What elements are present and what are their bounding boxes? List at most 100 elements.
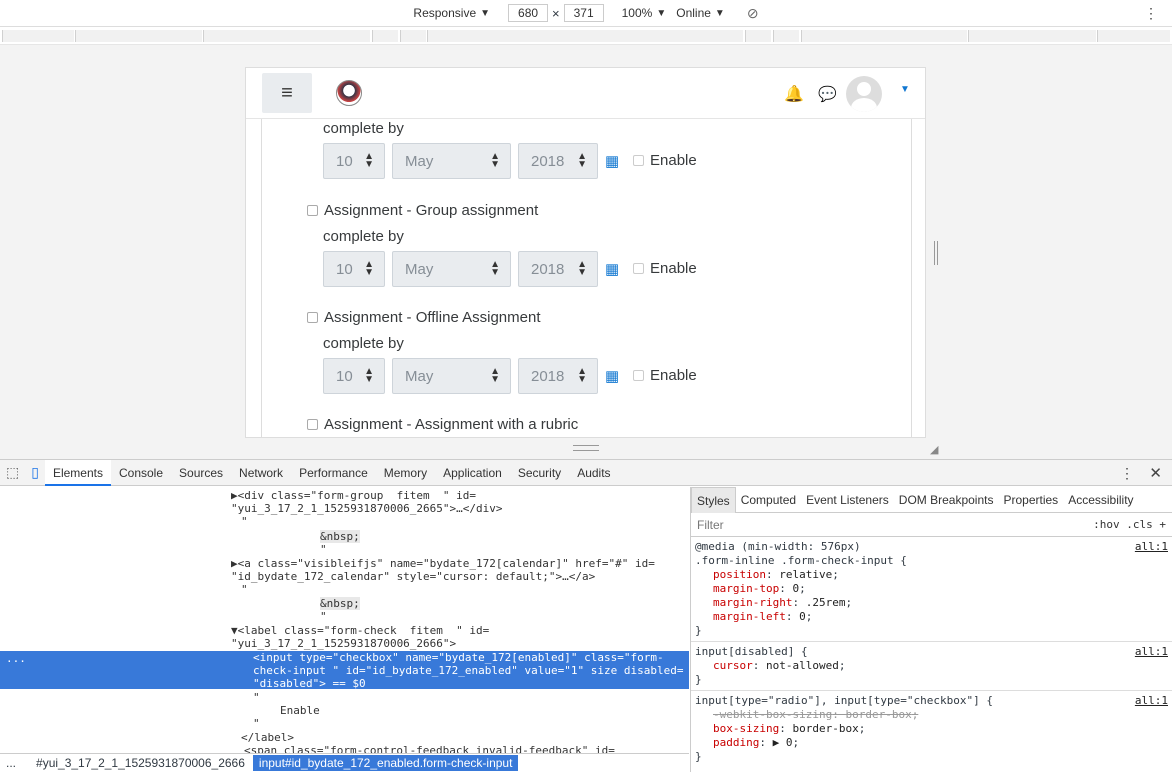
enable-checkbox[interactable] — [633, 263, 644, 274]
selected-dom-node[interactable]: ... <input type="checkbox" name="bydate_… — [0, 651, 689, 690]
tab-properties[interactable]: Properties — [998, 487, 1063, 513]
bell-icon[interactable]: 🔔 — [784, 84, 804, 104]
chat-icon[interactable]: 💬 — [818, 85, 837, 103]
tab-audits[interactable]: Audits — [569, 460, 618, 486]
tab-memory[interactable]: Memory — [376, 460, 435, 486]
resize-handle-right[interactable] — [934, 241, 938, 265]
dom-line[interactable]: " — [253, 717, 260, 730]
dom-line[interactable]: &nbsp; — [320, 597, 360, 610]
dom-line[interactable]: Enable — [280, 704, 320, 717]
zoom-label: 100% — [621, 6, 653, 20]
tab-event-listeners[interactable]: Event Listeners — [801, 487, 894, 513]
rule-source-link[interactable]: all:1 — [1135, 694, 1168, 708]
hamburger-icon[interactable]: ≡ — [262, 73, 312, 113]
dom-line[interactable]: ▼<label class="form-check fitem " id= — [231, 624, 489, 637]
zoom-select[interactable]: 100% ▼ — [622, 6, 667, 20]
css-property[interactable]: margin-top: 0; — [695, 582, 1168, 596]
styles-filter-input[interactable]: Filter :hov .cls + — [691, 513, 1172, 537]
dom-line: <input type="checkbox" name="bydate_172[… — [253, 651, 664, 664]
dom-line[interactable]: " — [320, 543, 327, 556]
tab-console[interactable]: Console — [111, 460, 171, 486]
more-options-icon[interactable]: ⋮ — [1120, 465, 1134, 482]
day-select[interactable]: 10 ▲ ▼ — [323, 143, 385, 179]
dom-line[interactable]: " — [320, 610, 327, 623]
enable-checkbox[interactable] — [633, 370, 644, 381]
month-select[interactable]: May ▲ ▼ — [392, 251, 511, 287]
enable-checkbox[interactable] — [633, 155, 644, 166]
rule-source-link[interactable]: all:1 — [1135, 645, 1168, 659]
calendar-icon[interactable]: ▦ — [605, 152, 619, 170]
day-select[interactable]: 10 ▲ ▼ — [323, 251, 385, 287]
calendar-icon[interactable]: ▦ — [605, 260, 619, 278]
width-input[interactable]: 680 — [508, 4, 549, 22]
elements-tree: ▶<div class="form-group fitem " id= "yui… — [0, 487, 689, 753]
css-property-overridden[interactable]: -webkit-box-sizing: border-box; — [695, 708, 1168, 722]
activity-title: Assignment - Offline Assignment — [324, 309, 541, 326]
breadcrumb-more[interactable]: ... — [6, 756, 16, 770]
close-icon[interactable]: ✕ — [1149, 464, 1162, 482]
css-property[interactable]: margin-right: .25rem; — [695, 596, 1168, 610]
filter-toolbar[interactable]: :hov .cls + — [1093, 513, 1166, 537]
tab-computed[interactable]: Computed — [736, 487, 801, 513]
select-arrow-icon: ▲ ▼ — [364, 259, 374, 278]
calendar-icon[interactable]: ▦ — [605, 367, 619, 385]
select-arrow-icon: ▲ ▼ — [577, 259, 587, 278]
dom-line[interactable]: "yui_3_17_2_1_1525931870006_2665">…</div… — [231, 502, 503, 515]
activity-checkbox[interactable] — [307, 419, 318, 430]
device-select[interactable]: Responsive ▼ — [413, 6, 490, 20]
breadcrumb-item[interactable]: #yui_3_17_2_1_1525931870006_2666 — [36, 756, 245, 770]
rule-source-link[interactable]: all:1 — [1135, 540, 1168, 554]
dom-line[interactable]: ▶<a class="visibleifjs" name="bydate_172… — [231, 557, 655, 570]
css-property[interactable]: margin-left: 0; — [695, 610, 1168, 624]
enable-label: Enable — [650, 260, 697, 277]
dom-line[interactable]: "id_bydate_172_calendar" style="cursor: … — [231, 570, 595, 583]
dom-line[interactable]: </label> — [241, 731, 294, 744]
resize-handle-bottom[interactable] — [573, 445, 599, 451]
user-avatar[interactable] — [846, 76, 882, 112]
height-input[interactable]: 371 — [563, 4, 604, 22]
activity-checkbox[interactable] — [307, 205, 318, 216]
breadcrumb-item-active[interactable]: input#id_bydate_172_enabled.form-check-i… — [252, 755, 519, 771]
inspect-icon[interactable]: ⬚ — [0, 464, 25, 481]
rule-selector[interactable]: .form-inline .form-check-input { — [695, 554, 1168, 568]
rule-selector[interactable]: input[type="radio"], input[type="checkbo… — [695, 694, 1168, 708]
dom-line[interactable]: <span class="form-control-feedback inval… — [244, 744, 615, 753]
css-property[interactable]: padding: ▶ 0; — [695, 736, 1168, 750]
more-options-icon[interactable]: ⋮ — [1144, 5, 1158, 22]
site-logo[interactable] — [336, 80, 362, 106]
activity-checkbox[interactable] — [307, 312, 318, 323]
tab-elements[interactable]: Elements — [44, 459, 111, 486]
month-select[interactable]: May ▲ ▼ — [392, 143, 511, 179]
network-select[interactable]: Online ▼ — [676, 6, 725, 20]
rule-selector[interactable]: input[disabled] { — [695, 645, 1168, 659]
dom-line[interactable]: ▶<div class="form-group fitem " id= — [231, 489, 476, 502]
rotate-icon[interactable]: ⊘ — [747, 5, 759, 22]
device-toggle-icon[interactable]: ▯ — [25, 464, 45, 481]
dom-line[interactable]: &nbsp; — [320, 530, 360, 543]
tab-sources[interactable]: Sources — [171, 460, 231, 486]
dom-line[interactable]: " — [253, 691, 260, 704]
year-select[interactable]: 2018 ▲ ▼ — [518, 358, 598, 394]
tab-application[interactable]: Application — [435, 460, 510, 486]
tab-security[interactable]: Security — [510, 460, 569, 486]
chevron-down-icon[interactable]: ▼ — [900, 84, 910, 95]
year-select[interactable]: 2018 ▲ ▼ — [518, 251, 598, 287]
tab-network[interactable]: Network — [231, 460, 291, 486]
css-property[interactable]: cursor: not-allowed; — [695, 659, 1168, 673]
resize-corner-icon[interactable]: ◢ — [930, 443, 938, 456]
css-rule: input[type="radio"], input[type="checkbo… — [691, 691, 1172, 767]
tab-accessibility[interactable]: Accessibility — [1063, 487, 1138, 513]
tab-performance[interactable]: Performance — [291, 460, 376, 486]
month-select[interactable]: May ▲ ▼ — [392, 358, 511, 394]
dom-line[interactable]: "yui_3_17_2_1_1525931870006_2666"> — [231, 637, 456, 650]
css-property[interactable]: position: relative; — [695, 568, 1168, 582]
dom-line: "disabled"> == $0 — [253, 677, 366, 690]
dom-line[interactable]: " — [241, 515, 248, 528]
tab-dom-breakpoints[interactable]: DOM Breakpoints — [894, 487, 999, 513]
tab-styles[interactable]: Styles — [691, 486, 736, 513]
year-select[interactable]: 2018 ▲ ▼ — [518, 143, 598, 179]
dom-line[interactable]: " — [241, 583, 248, 596]
css-property[interactable]: box-sizing: border-box; — [695, 722, 1168, 736]
day-select[interactable]: 10 ▲ ▼ — [323, 358, 385, 394]
chevron-down-icon: ▼ — [480, 7, 491, 19]
